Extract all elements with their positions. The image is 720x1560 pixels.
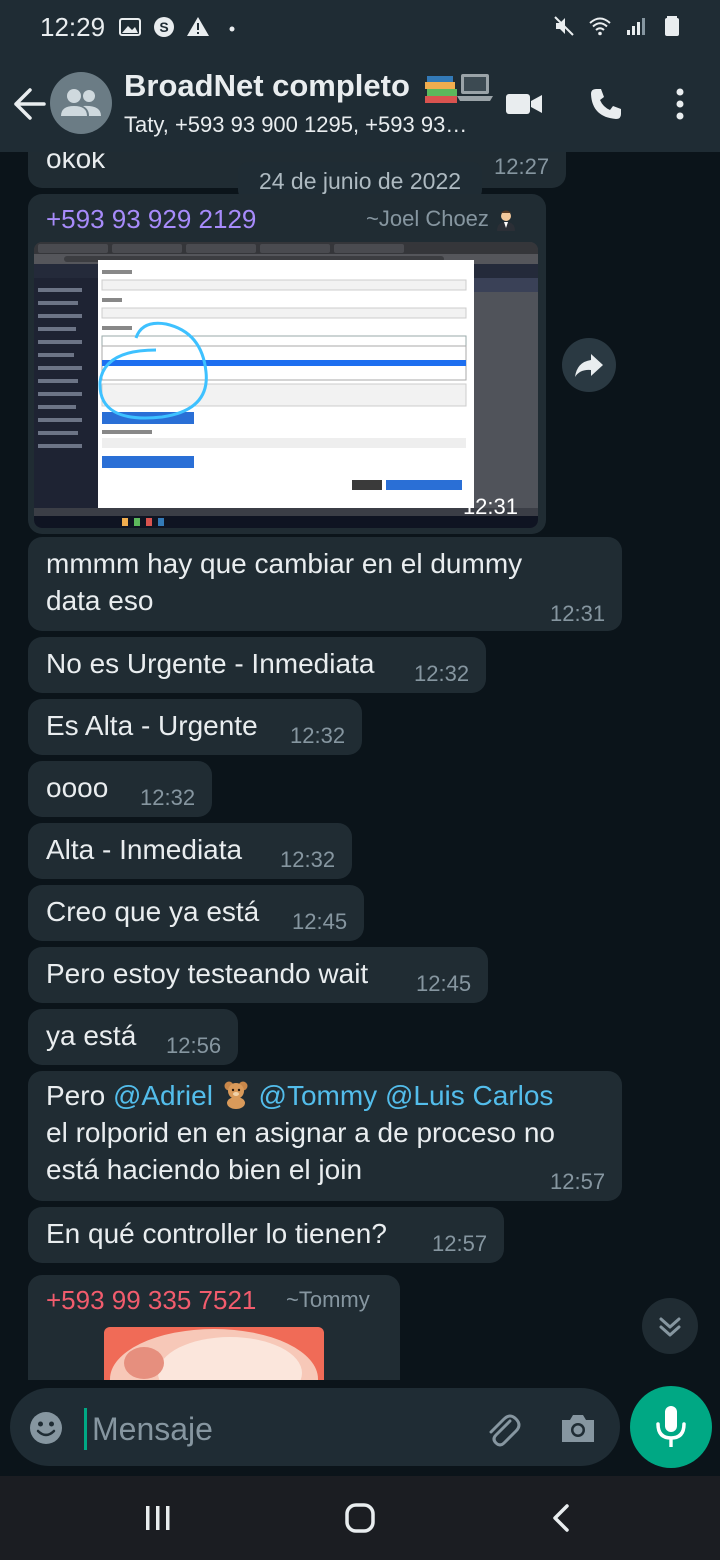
status-system-icons — [552, 14, 684, 38]
mention-tommy[interactable]: @Tommy — [259, 1080, 378, 1111]
status-bar: 12:29 S — [0, 0, 720, 56]
message-bubble[interactable]: +593 99 335 7521 ~Tommy — [28, 1275, 400, 1380]
wifi-icon — [589, 17, 611, 36]
message-bubble[interactable]: No es Urgente - Inmediata 12:32 — [28, 637, 486, 693]
message-time: 12:56 — [166, 1033, 222, 1058]
dot-icon — [229, 26, 235, 32]
home-icon[interactable] — [340, 1498, 380, 1538]
forward-icon — [575, 354, 603, 377]
message-input-container[interactable] — [10, 1388, 620, 1466]
message-text: Pero estoy testeando wait — [46, 958, 369, 989]
video-call-icon[interactable] — [504, 84, 544, 124]
sender-alias-text: ~Joel Choez — [366, 206, 489, 231]
message-time: 12:27 — [494, 154, 550, 179]
message-text: Pero — [46, 1080, 106, 1111]
message-text: okok — [46, 152, 106, 174]
back-arrow-icon[interactable] — [10, 80, 50, 128]
mic-button[interactable] — [630, 1386, 712, 1468]
message-text: No es Urgente - Inmediata — [46, 648, 375, 679]
message-sender[interactable]: +593 93 929 2129 — [46, 204, 256, 235]
gallery-icon — [119, 18, 141, 36]
back-icon[interactable] — [542, 1498, 582, 1538]
message-time: 12:32 — [280, 847, 336, 872]
chat-header: BroadNet completo Taty, +593 93 900 1295… — [0, 56, 720, 152]
message-sender-alias: ~Tommy — [286, 1287, 370, 1312]
scroll-to-bottom-button[interactable] — [642, 1298, 698, 1354]
warning-icon — [187, 17, 209, 36]
teddy-bear-emoji-icon — [224, 1081, 248, 1109]
screenshot-image[interactable]: 12:31 — [34, 242, 538, 528]
message-text: mmmm hay que cambiar en el dummy data es… — [46, 548, 523, 616]
message-bubble[interactable]: Alta - Inmediata 12:32 — [28, 823, 352, 879]
voice-call-icon[interactable] — [586, 84, 626, 124]
group-avatar-icon — [61, 89, 101, 116]
status-notification-icons: S — [118, 15, 244, 39]
man-in-suit-emoji-icon — [497, 210, 516, 232]
photo-thumbnail[interactable] — [104, 1327, 324, 1380]
screenshot-thumbnail — [34, 242, 538, 528]
message-composer — [0, 1380, 720, 1476]
photo-thumbnail-image — [104, 1327, 324, 1380]
signal-icon — [627, 18, 645, 35]
mute-icon — [554, 16, 574, 36]
message-time: 12:32 — [140, 785, 196, 810]
message-bubble[interactable]: ya está 12:56 — [28, 1009, 238, 1065]
mention-adriel[interactable]: @Adriel — [113, 1080, 213, 1111]
chat-participants[interactable]: Taty, +593 93 900 1295, +593 93… — [124, 112, 484, 138]
message-bubble[interactable]: mmmm hay que cambiar en el dummy data es… — [28, 537, 622, 631]
camera-icon[interactable] — [558, 1408, 598, 1448]
message-line-2: el rolporid en en asignar a de proceso n… — [46, 1117, 556, 1148]
message-time: 12:57 — [550, 1169, 606, 1194]
chat-messages[interactable]: okok 12:27 24 de junio de 2022 +593 93 9… — [0, 152, 720, 1380]
attach-icon[interactable] — [482, 1408, 522, 1448]
message-bubble[interactable]: Creo que ya está 12:45 — [28, 885, 364, 941]
message-sender-alias: ~Joel Choez — [366, 206, 517, 232]
mic-icon — [656, 1406, 686, 1447]
svg-text:S: S — [159, 19, 168, 35]
battery-icon — [665, 16, 679, 36]
double-chevron-down-icon — [659, 1317, 681, 1337]
message-text: Alta - Inmediata — [46, 834, 243, 865]
message-bubble[interactable]: Es Alta - Urgente 12:32 — [28, 699, 362, 755]
message-bubble[interactable]: Pero estoy testeando wait 12:45 — [28, 947, 488, 1003]
message-text: oooo — [46, 772, 109, 803]
image-time: 12:31 — [462, 494, 518, 519]
books-laptop-emoji-icon — [424, 73, 493, 103]
forward-button[interactable] — [562, 338, 616, 392]
message-bubble[interactable]: oooo 12:32 — [28, 761, 212, 817]
message-bubble[interactable]: Pero @Adriel @Tommy @Luis Carlos el rolp… — [28, 1071, 622, 1201]
chat-title[interactable]: BroadNet completo — [124, 68, 493, 106]
emoji-icon[interactable] — [28, 1410, 64, 1446]
message-time: 12:32 — [414, 661, 470, 686]
message-sender[interactable]: +593 99 335 7521 — [46, 1285, 256, 1316]
message-time: 12:45 — [292, 909, 348, 934]
message-text: En qué controller lo tienen? — [46, 1218, 387, 1249]
system-navigation-bar — [0, 1476, 720, 1560]
message-time: 12:32 — [290, 723, 346, 748]
image-message-bubble[interactable]: +593 93 929 2129 ~Joel Choez 12:31 — [28, 194, 546, 534]
message-text: Creo que ya está — [46, 896, 260, 927]
more-options-icon[interactable] — [660, 84, 700, 124]
mention-luis-carlos[interactable]: @Luis Carlos — [385, 1080, 553, 1111]
message-time: 12:57 — [432, 1231, 488, 1256]
s-coin-icon: S — [154, 17, 174, 37]
message-line-1: Pero @Adriel @Tommy @Luis Carlos — [46, 1077, 553, 1114]
message-text: Es Alta - Urgente — [46, 710, 258, 741]
chat-title-text: BroadNet completo — [124, 68, 410, 103]
message-time: 12:45 — [416, 971, 472, 996]
group-avatar[interactable] — [50, 72, 112, 134]
status-time: 12:29 — [40, 12, 106, 42]
message-text: ya está — [46, 1020, 137, 1051]
message-input[interactable] — [90, 1402, 474, 1456]
recent-apps-icon[interactable] — [138, 1498, 178, 1538]
message-bubble[interactable]: En qué controller lo tienen? 12:57 — [28, 1207, 504, 1263]
message-line-3: está haciendo bien el join — [46, 1154, 363, 1185]
text-cursor — [84, 1408, 87, 1450]
message-time: 12:31 — [550, 601, 606, 626]
